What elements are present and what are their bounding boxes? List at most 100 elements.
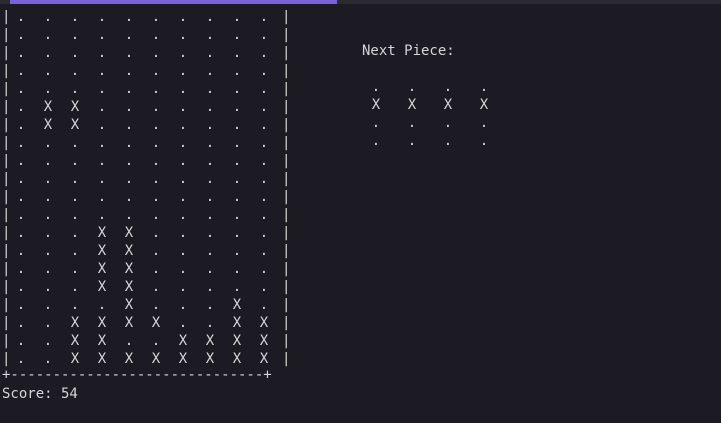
empty-cell: . bbox=[43, 189, 53, 205]
empty-cell: . bbox=[205, 315, 215, 331]
empty-cell: . bbox=[205, 117, 215, 133]
empty-cell: . bbox=[97, 153, 107, 169]
board-row: |... X X..... | bbox=[0, 278, 300, 296]
board-right-wall: | bbox=[282, 135, 291, 151]
empty-cell: . bbox=[43, 279, 53, 295]
empty-cell: . bbox=[16, 243, 26, 259]
empty-cell: . bbox=[259, 189, 269, 205]
board-left-wall: | bbox=[2, 45, 11, 61]
empty-cell: . bbox=[97, 99, 107, 115]
board-right-wall: | bbox=[282, 243, 291, 259]
empty-cell: . bbox=[97, 9, 107, 25]
empty-cell: . bbox=[97, 207, 107, 223]
empty-cell: . bbox=[43, 297, 53, 313]
board-left-wall: | bbox=[2, 243, 11, 259]
empty-cell: . bbox=[259, 45, 269, 61]
empty-cell: . bbox=[16, 333, 26, 349]
filled-cell: X bbox=[205, 333, 215, 349]
empty-cell: . bbox=[151, 189, 161, 205]
board-left-wall: | bbox=[2, 81, 11, 97]
next-empty-cell: . bbox=[407, 133, 417, 149]
empty-cell: . bbox=[70, 225, 80, 241]
empty-cell: . bbox=[97, 135, 107, 151]
empty-cell: . bbox=[151, 81, 161, 97]
next-piece-row: .... bbox=[362, 78, 502, 96]
empty-cell: . bbox=[232, 279, 242, 295]
empty-cell: . bbox=[232, 45, 242, 61]
empty-cell: . bbox=[16, 189, 26, 205]
empty-cell: . bbox=[205, 99, 215, 115]
empty-cell: . bbox=[70, 297, 80, 313]
board-row: |.......... | bbox=[0, 62, 300, 80]
empty-cell: . bbox=[16, 261, 26, 277]
empty-cell: . bbox=[178, 243, 188, 259]
board-left-wall: | bbox=[2, 351, 11, 367]
empty-cell: . bbox=[124, 81, 134, 97]
board-right-wall: | bbox=[282, 117, 291, 133]
filled-cell: X bbox=[232, 315, 242, 331]
board-row: |... X X..... | bbox=[0, 260, 300, 278]
board-row: |. X X....... | bbox=[0, 98, 300, 116]
next-filled-cell: X bbox=[407, 97, 417, 113]
filled-cell: X bbox=[259, 315, 269, 331]
empty-cell: . bbox=[70, 279, 80, 295]
empty-cell: . bbox=[151, 297, 161, 313]
progress-fill bbox=[10, 0, 337, 4]
empty-cell: . bbox=[16, 315, 26, 331]
board-right-wall: | bbox=[282, 63, 291, 79]
empty-cell: . bbox=[178, 207, 188, 223]
next-empty-cell: . bbox=[443, 79, 453, 95]
filled-cell: X bbox=[124, 261, 134, 277]
filled-cell: X bbox=[70, 99, 80, 115]
empty-cell: . bbox=[124, 153, 134, 169]
empty-cell: . bbox=[43, 135, 53, 151]
empty-cell: . bbox=[151, 117, 161, 133]
board-right-wall: | bbox=[282, 333, 291, 349]
empty-cell: . bbox=[205, 81, 215, 97]
empty-cell: . bbox=[16, 297, 26, 313]
empty-cell: . bbox=[178, 99, 188, 115]
board-right-wall: | bbox=[282, 153, 291, 169]
empty-cell: . bbox=[232, 225, 242, 241]
board-row: |... X X..... | bbox=[0, 224, 300, 242]
filled-cell: X bbox=[97, 351, 107, 367]
filled-cell: X bbox=[178, 333, 188, 349]
empty-cell: . bbox=[259, 99, 269, 115]
empty-cell: . bbox=[205, 171, 215, 187]
empty-cell: . bbox=[151, 225, 161, 241]
empty-cell: . bbox=[178, 279, 188, 295]
empty-cell: . bbox=[124, 207, 134, 223]
board-right-wall: | bbox=[282, 279, 291, 295]
board-right-wall: | bbox=[282, 9, 291, 25]
empty-cell: . bbox=[259, 63, 269, 79]
next-empty-cell: . bbox=[443, 133, 453, 149]
filled-cell: X bbox=[97, 225, 107, 241]
empty-cell: . bbox=[70, 27, 80, 43]
board-right-wall: | bbox=[282, 351, 291, 367]
filled-cell: X bbox=[70, 117, 80, 133]
empty-cell: . bbox=[178, 63, 188, 79]
empty-cell: . bbox=[205, 225, 215, 241]
board-right-wall: | bbox=[282, 27, 291, 43]
board-right-wall: | bbox=[282, 315, 291, 331]
next-piece-row: .... bbox=[362, 132, 502, 150]
next-empty-cell: . bbox=[371, 115, 381, 131]
empty-cell: . bbox=[178, 189, 188, 205]
empty-cell: . bbox=[259, 261, 269, 277]
empty-cell: . bbox=[151, 153, 161, 169]
empty-cell: . bbox=[151, 99, 161, 115]
board-left-wall: | bbox=[2, 189, 11, 205]
empty-cell: . bbox=[232, 63, 242, 79]
empty-cell: . bbox=[259, 243, 269, 259]
filled-cell: X bbox=[124, 243, 134, 259]
filled-cell: X bbox=[43, 99, 53, 115]
empty-cell: . bbox=[178, 225, 188, 241]
empty-cell: . bbox=[178, 135, 188, 151]
empty-cell: . bbox=[43, 81, 53, 97]
empty-cell: . bbox=[43, 315, 53, 331]
empty-cell: . bbox=[16, 279, 26, 295]
empty-cell: . bbox=[205, 27, 215, 43]
board-row: |.. X X.. X X X X | bbox=[0, 332, 300, 350]
board-left-wall: | bbox=[2, 297, 11, 313]
next-empty-cell: . bbox=[371, 133, 381, 149]
